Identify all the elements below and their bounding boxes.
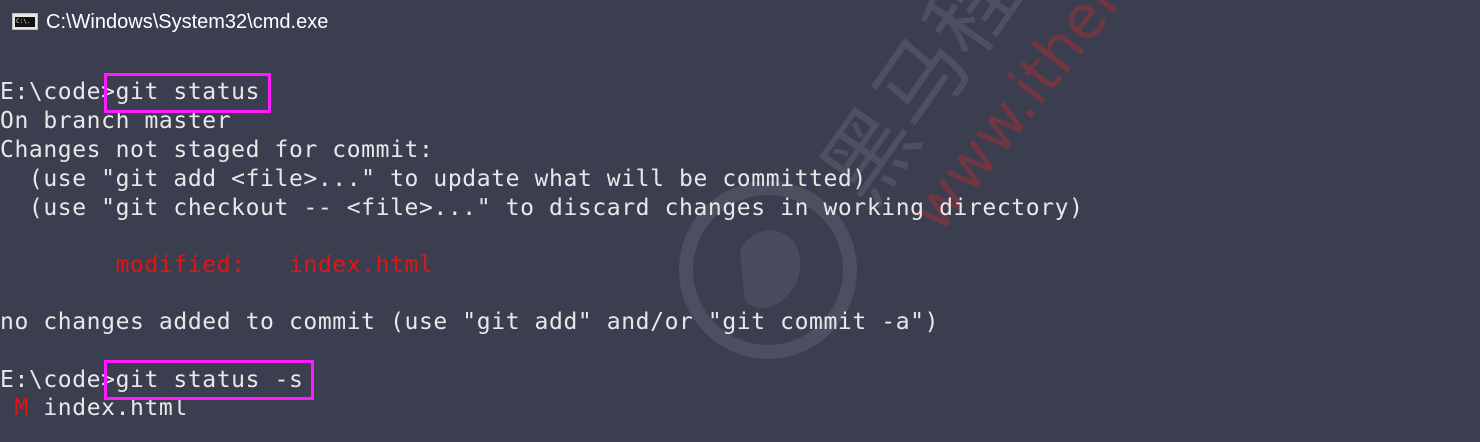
short-status-flag: M xyxy=(0,395,29,421)
highlight-box-command-2 xyxy=(104,360,314,400)
prompt: E:\code> xyxy=(0,79,116,105)
highlight-box-command-1 xyxy=(104,73,271,113)
output-modified-line: modified: index.html xyxy=(0,251,433,279)
output-summary: no changes added to commit (use "git add… xyxy=(0,309,940,335)
modified-label: modified: xyxy=(0,252,289,278)
output-changes-header: Changes not staged for commit: xyxy=(0,137,434,163)
prompt: E:\code> xyxy=(0,367,116,393)
output-hint-checkout: (use "git checkout -- <file>..." to disc… xyxy=(0,195,1084,221)
output-hint-add: (use "git add <file>..." to update what … xyxy=(0,166,867,192)
cmd-window: C:\. C:\Windows\System32\cmd.exe 黑马程 www… xyxy=(0,0,1480,442)
modified-file: index.html xyxy=(288,252,434,278)
